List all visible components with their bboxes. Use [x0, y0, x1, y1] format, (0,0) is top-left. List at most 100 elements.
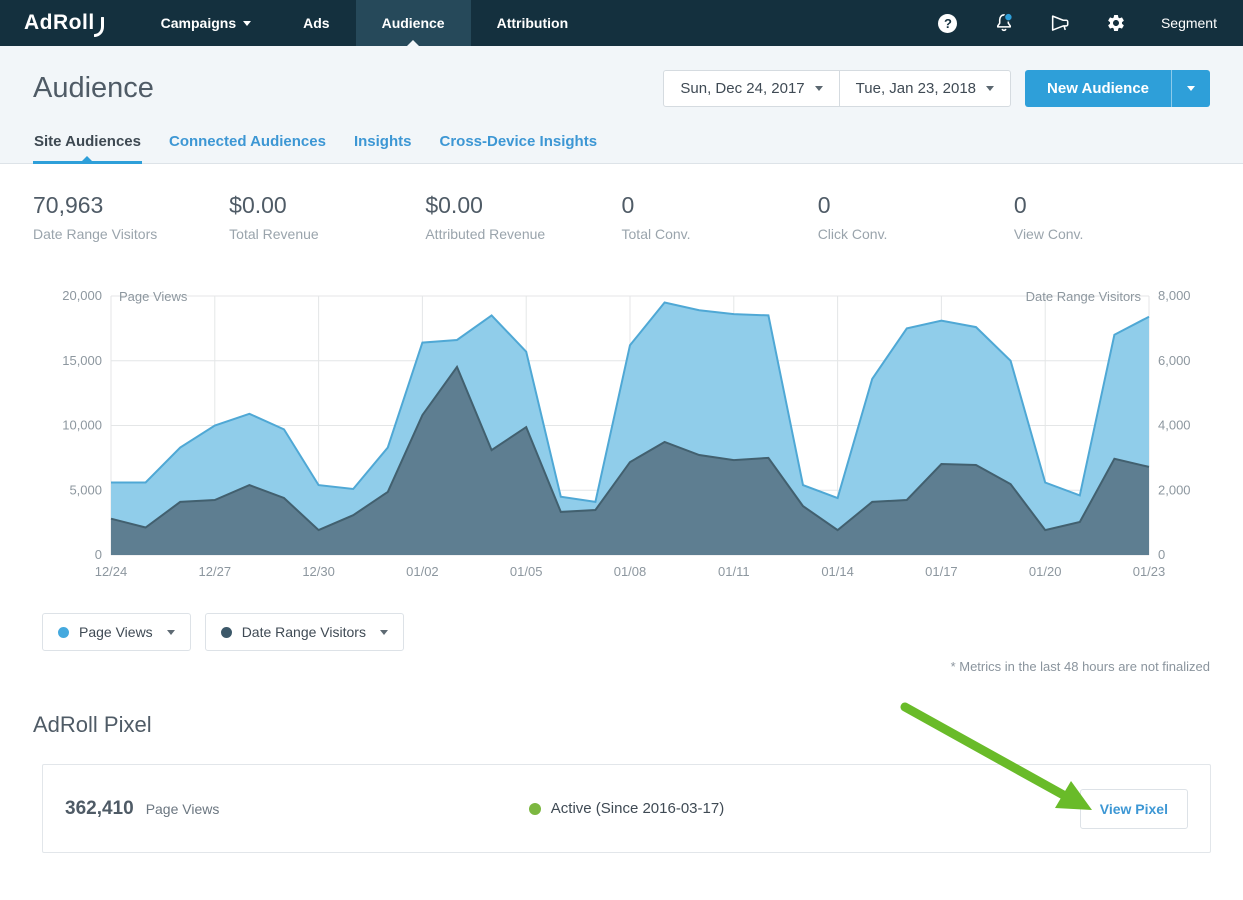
svg-text:0: 0: [1158, 547, 1165, 562]
status-text: Active (Since 2016-03-17): [551, 800, 724, 817]
stat-value: $0.00: [425, 192, 621, 219]
help-icon[interactable]: ?: [937, 12, 959, 34]
traffic-area-chart: 0 0 5,000 2,000 10,000 4,000 15,000 6,000 20,000…: [37, 284, 1207, 584]
navbar-right: ? Segment: [937, 0, 1243, 46]
svg-text:12/24: 12/24: [95, 564, 128, 579]
chevron-down-icon: [167, 630, 175, 635]
chevron-down-icon: [815, 86, 823, 91]
chevron-down-icon: [243, 21, 251, 26]
header-controls: Sun, Dec 24, 2017 Tue, Jan 23, 2018 New …: [663, 70, 1210, 107]
nav-item-ads[interactable]: Ads: [277, 0, 355, 46]
pixel-page-views-value: 362,410: [65, 798, 134, 820]
page-title: Audience: [33, 72, 154, 105]
tab-site-audiences[interactable]: Site Audiences: [33, 125, 142, 163]
svg-text:01/08: 01/08: [614, 564, 647, 579]
start-date-button[interactable]: Sun, Dec 24, 2017: [664, 71, 839, 106]
svg-text:01/14: 01/14: [821, 564, 854, 579]
svg-text:2,000: 2,000: [1158, 482, 1191, 497]
svg-text:01/05: 01/05: [510, 564, 543, 579]
nav-item-attribution[interactable]: Attribution: [471, 0, 595, 46]
svg-text:15,000: 15,000: [62, 353, 102, 368]
stat-total-conv: 0 Total Conv.: [622, 192, 818, 242]
svg-text:01/11: 01/11: [718, 564, 750, 579]
adroll-logo[interactable]: AdRoll: [0, 0, 135, 46]
adroll-logo-text: AdRoll: [24, 11, 95, 35]
summary-stats: 70,963 Date Range Visitors $0.00 Total R…: [0, 164, 1243, 250]
svg-text:6,000: 6,000: [1158, 353, 1191, 368]
page-header: Audience Sun, Dec 24, 2017 Tue, Jan 23, …: [0, 46, 1243, 164]
audience-tabs: Site Audiences Connected Audiences Insig…: [33, 125, 1210, 163]
legend-label: Date Range Visitors: [242, 624, 366, 640]
chart-legend: Page Views Date Range Visitors: [42, 613, 1210, 651]
svg-text:01/23: 01/23: [1133, 564, 1166, 579]
legend-date-range-visitors-dropdown[interactable]: Date Range Visitors: [205, 613, 404, 651]
nav-item-label: Campaigns: [161, 15, 236, 31]
nav-item-label: Audience: [382, 15, 445, 31]
visitors-series-dot: [221, 627, 232, 638]
svg-text:Date Range Visitors: Date Range Visitors: [1026, 289, 1142, 304]
chevron-down-icon: [1187, 86, 1195, 91]
svg-text:5,000: 5,000: [69, 482, 102, 497]
status-dot: [529, 803, 541, 815]
svg-text:01/20: 01/20: [1029, 564, 1062, 579]
nav-item-label: Ads: [303, 15, 329, 31]
gear-icon[interactable]: [1105, 12, 1127, 34]
pixel-section-title: AdRoll Pixel: [33, 712, 1210, 738]
adroll-dashboard: AdRoll Campaigns Ads Audience Attributio…: [0, 0, 1243, 900]
stat-attributed-revenue: $0.00 Attributed Revenue: [425, 192, 621, 242]
svg-text:Page Views: Page Views: [119, 289, 188, 304]
adroll-logo-swoosh-icon: [94, 17, 105, 38]
bell-icon[interactable]: [993, 12, 1015, 34]
traffic-chart-section: 0 0 5,000 2,000 10,000 4,000 15,000 6,000 20,000…: [37, 284, 1207, 589]
svg-text:20,000: 20,000: [62, 288, 102, 303]
svg-text:01/17: 01/17: [925, 564, 958, 579]
legend-page-views-dropdown[interactable]: Page Views: [42, 613, 191, 651]
view-pixel-button[interactable]: View Pixel: [1080, 789, 1188, 829]
stat-label: View Conv.: [1014, 226, 1210, 242]
stat-label: Date Range Visitors: [33, 226, 229, 242]
tab-connected-audiences[interactable]: Connected Audiences: [168, 125, 327, 163]
svg-text:12/30: 12/30: [302, 564, 335, 579]
stat-click-conv: 0 Click Conv.: [818, 192, 1014, 242]
megaphone-icon[interactable]: [1049, 12, 1071, 34]
pixel-card: 362,410 Page Views Active (Since 2016-03…: [42, 764, 1211, 853]
svg-text:8,000: 8,000: [1158, 288, 1191, 303]
stat-value: $0.00: [229, 192, 425, 219]
pixel-status: Active (Since 2016-03-17): [439, 800, 813, 817]
start-date-value: Sun, Dec 24, 2017: [680, 80, 804, 97]
chevron-down-icon: [380, 630, 388, 635]
svg-text:10,000: 10,000: [62, 418, 102, 433]
stat-label: Click Conv.: [818, 226, 1014, 242]
nav-item-campaigns[interactable]: Campaigns: [135, 0, 277, 46]
nav-item-audience[interactable]: Audience: [356, 0, 471, 46]
stat-label: Attributed Revenue: [425, 226, 621, 242]
tab-insights[interactable]: Insights: [353, 125, 413, 163]
page-views-series-dot: [58, 627, 69, 638]
nav-menu: Campaigns Ads Audience Attribution: [135, 0, 594, 46]
pixel-page-views-label: Page Views: [146, 801, 220, 817]
date-range-picker: Sun, Dec 24, 2017 Tue, Jan 23, 2018: [663, 70, 1011, 107]
svg-text:01/02: 01/02: [406, 564, 439, 579]
svg-text:0: 0: [95, 547, 102, 562]
svg-text:12/27: 12/27: [199, 564, 232, 579]
stat-label: Total Conv.: [622, 226, 818, 242]
stat-total-revenue: $0.00 Total Revenue: [229, 192, 425, 242]
stat-label: Total Revenue: [229, 226, 425, 242]
end-date-button[interactable]: Tue, Jan 23, 2018: [840, 71, 1010, 106]
legend-label: Page Views: [79, 624, 153, 640]
svg-text:4,000: 4,000: [1158, 418, 1191, 433]
new-audience-button[interactable]: New Audience: [1025, 70, 1171, 107]
pixel-page-views: 362,410 Page Views: [65, 798, 439, 820]
top-navbar: AdRoll Campaigns Ads Audience Attributio…: [0, 0, 1243, 46]
nav-item-label: Attribution: [497, 15, 569, 31]
new-audience-split-button: New Audience: [1025, 70, 1210, 107]
stat-value: 70,963: [33, 192, 229, 219]
account-name[interactable]: Segment: [1161, 15, 1217, 31]
tab-cross-device-insights[interactable]: Cross-Device Insights: [438, 125, 598, 163]
stat-view-conv: 0 View Conv.: [1014, 192, 1210, 242]
stat-value: 0: [818, 192, 1014, 219]
new-audience-caret-button[interactable]: [1171, 70, 1210, 107]
stat-value: 0: [622, 192, 818, 219]
stat-date-range-visitors: 70,963 Date Range Visitors: [33, 192, 229, 242]
metrics-footnote: * Metrics in the last 48 hours are not f…: [33, 659, 1210, 674]
